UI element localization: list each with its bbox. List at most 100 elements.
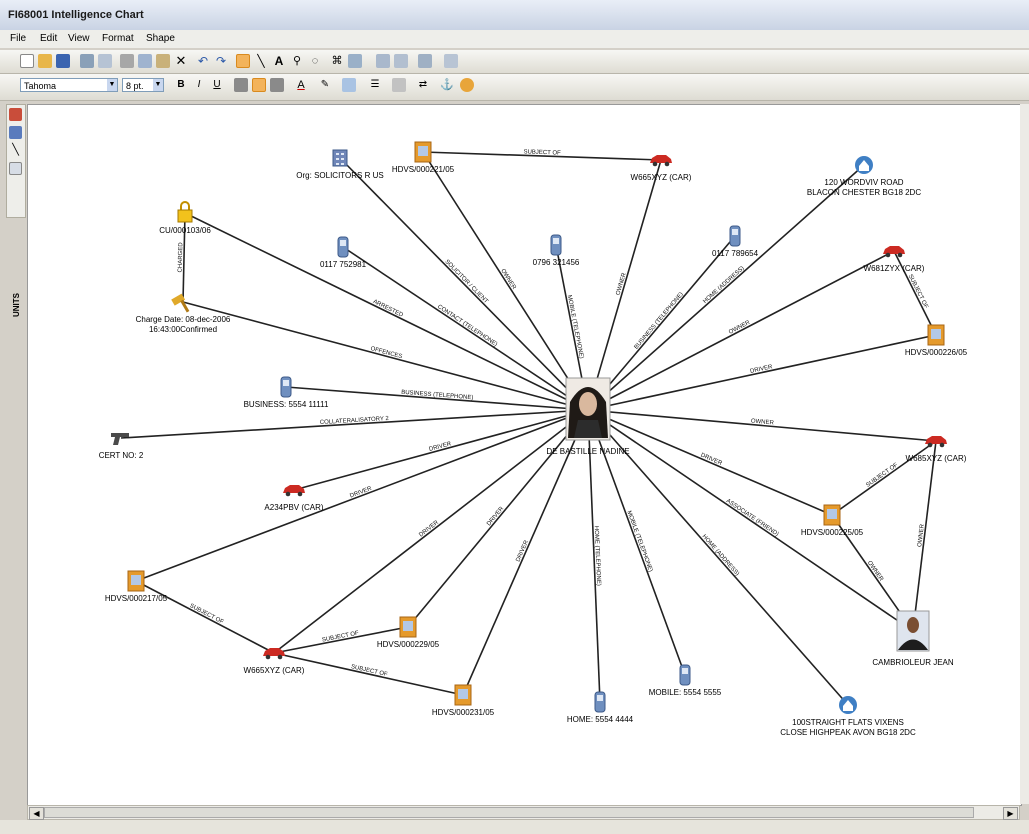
chart-node[interactable]: HDVS/000217/05 [105,570,168,603]
list-view-icon[interactable] [9,162,22,175]
chart-node[interactable]: W665XYZ (CAR) [244,648,305,675]
align-left-icon[interactable] [234,78,248,92]
phone-icon[interactable] [594,691,606,713]
font-family-select[interactable]: Tahoma ▼ [20,78,118,92]
link-line[interactable] [587,409,937,442]
chart-node[interactable]: A234PBV (CAR) [264,485,324,512]
chart-node[interactable]: 0117 752981 [320,236,367,269]
phone-icon[interactable] [280,376,292,398]
car-icon[interactable] [650,155,672,167]
chart-node[interactable]: HDVS/000229/05 [377,616,440,649]
font-color-icon[interactable]: A [294,78,308,92]
chart-node[interactable]: HDVS/000221/05 [392,141,455,174]
select-pointer-icon[interactable] [236,54,250,68]
menu-edit[interactable]: Edit [40,33,57,44]
chart-node[interactable]: 0796 321456 [533,234,580,267]
vertical-scrollbar[interactable] [1020,104,1029,804]
align-right-icon[interactable] [270,78,284,92]
phone-icon[interactable] [679,664,691,686]
organisation-icon[interactable] [332,149,348,167]
link-line[interactable] [342,246,589,411]
units-tab[interactable]: UNITS [12,293,22,317]
link-line[interactable] [587,159,662,411]
person-photo-icon[interactable] [565,377,611,441]
scroll-right-icon[interactable]: ▶ [1003,807,1018,820]
house-icon[interactable] [855,156,873,174]
link-line[interactable] [135,580,275,654]
grid-icon[interactable] [444,54,458,68]
chart-node[interactable]: 0117 789654 [712,225,759,258]
print-preview-icon[interactable] [98,54,112,68]
cut-icon[interactable] [120,54,134,68]
link-line[interactable] [407,409,589,628]
chevron-down-icon[interactable]: ▼ [107,79,117,91]
save-icon[interactable] [56,54,70,68]
bold-icon[interactable]: B [174,78,188,92]
anchor-icon[interactable]: ⚓ [440,78,454,92]
phone-icon[interactable] [729,225,741,247]
lasso-icon[interactable]: ◌ [308,54,322,68]
gun-icon[interactable] [111,433,129,445]
properties-icon[interactable] [394,54,408,68]
link-line[interactable] [587,409,833,516]
phone-icon[interactable] [337,236,349,258]
link-line[interactable] [339,157,589,411]
scroll-left-icon[interactable]: ◀ [29,807,44,820]
delete-icon[interactable]: ✕ [174,54,188,68]
house-icon[interactable] [839,696,857,714]
phone-icon[interactable] [550,234,562,256]
entity-tool-icon[interactable] [9,108,22,121]
chart-node[interactable]: W681ZYX (CAR) [864,246,925,273]
undo-icon[interactable]: ↶ [196,54,210,68]
padlock-icon[interactable] [177,201,193,223]
car-icon[interactable] [283,485,305,497]
link-line[interactable] [120,409,589,439]
line-style-icon[interactable] [392,78,406,92]
connector-tool-icon[interactable]: ╲ [9,144,22,157]
chart-node[interactable]: BUSINESS: 5554 11111 [244,376,329,409]
link-tool-icon[interactable]: ╲ [254,54,268,68]
line-color-icon[interactable]: ✎ [318,78,332,92]
chart-node[interactable]: HOME: 5554 4444 [567,691,634,724]
align-center-icon[interactable] [252,78,266,92]
lock-toggle-icon[interactable] [460,78,474,92]
case-file-icon[interactable] [414,141,432,163]
menu-shape[interactable]: Shape [146,33,175,44]
link-line[interactable] [184,212,589,411]
print-icon[interactable] [80,54,94,68]
chevron-down-icon[interactable]: ▼ [153,79,163,91]
link-line[interactable] [587,409,914,632]
chart-node[interactable]: HDVS/000226/05 [905,324,968,357]
chart-node[interactable]: CU/000103/06 [159,201,211,235]
binoculars-icon[interactable] [9,126,22,139]
font-size-select[interactable]: 8 pt. ▼ [122,78,164,92]
line-weight-icon[interactable]: ☰ [368,78,382,92]
new-document-icon[interactable] [20,54,34,68]
paste-icon[interactable] [156,54,170,68]
scroll-thumb[interactable] [44,807,974,818]
horizontal-scrollbar[interactable]: ◀ ▶ [27,805,1020,820]
case-file-icon[interactable] [823,504,841,526]
align-icon[interactable] [418,54,432,68]
layout-icon[interactable] [348,54,362,68]
fill-color-icon[interactable] [342,78,356,92]
chart-node[interactable]: Charge Date: 08-dec-2006 16:43:00Confirme… [136,293,231,334]
underline-icon[interactable]: U [210,78,224,92]
open-folder-icon[interactable] [38,54,52,68]
case-file-icon[interactable] [927,324,945,346]
link-line[interactable] [912,440,937,632]
text-tool-icon[interactable]: A [272,54,286,68]
arrow-style-icon[interactable]: ⇄ [416,78,430,92]
case-file-icon[interactable] [399,616,417,638]
menu-file[interactable]: File [10,33,26,44]
chart-node[interactable]: MOBILE: 5554 5555 [649,664,722,697]
case-file-icon[interactable] [454,684,472,706]
menu-format[interactable]: Format [102,33,134,44]
chart-node[interactable]: HDVS/000225/05 [801,504,864,537]
chart-node[interactable]: W685XYZ (CAR) [906,436,967,463]
chart-canvas[interactable]: SUBJECT OF SOLICITOR / CLIENT OWNER OWNER HO… [27,104,1022,806]
zoom-icon[interactable]: ⚲ [290,54,304,68]
redo-icon[interactable]: ↷ [214,54,228,68]
arrange-icon[interactable]: ⌘ [330,54,344,68]
chart-node[interactable]: Org: SOLICITORS R US [296,149,384,180]
